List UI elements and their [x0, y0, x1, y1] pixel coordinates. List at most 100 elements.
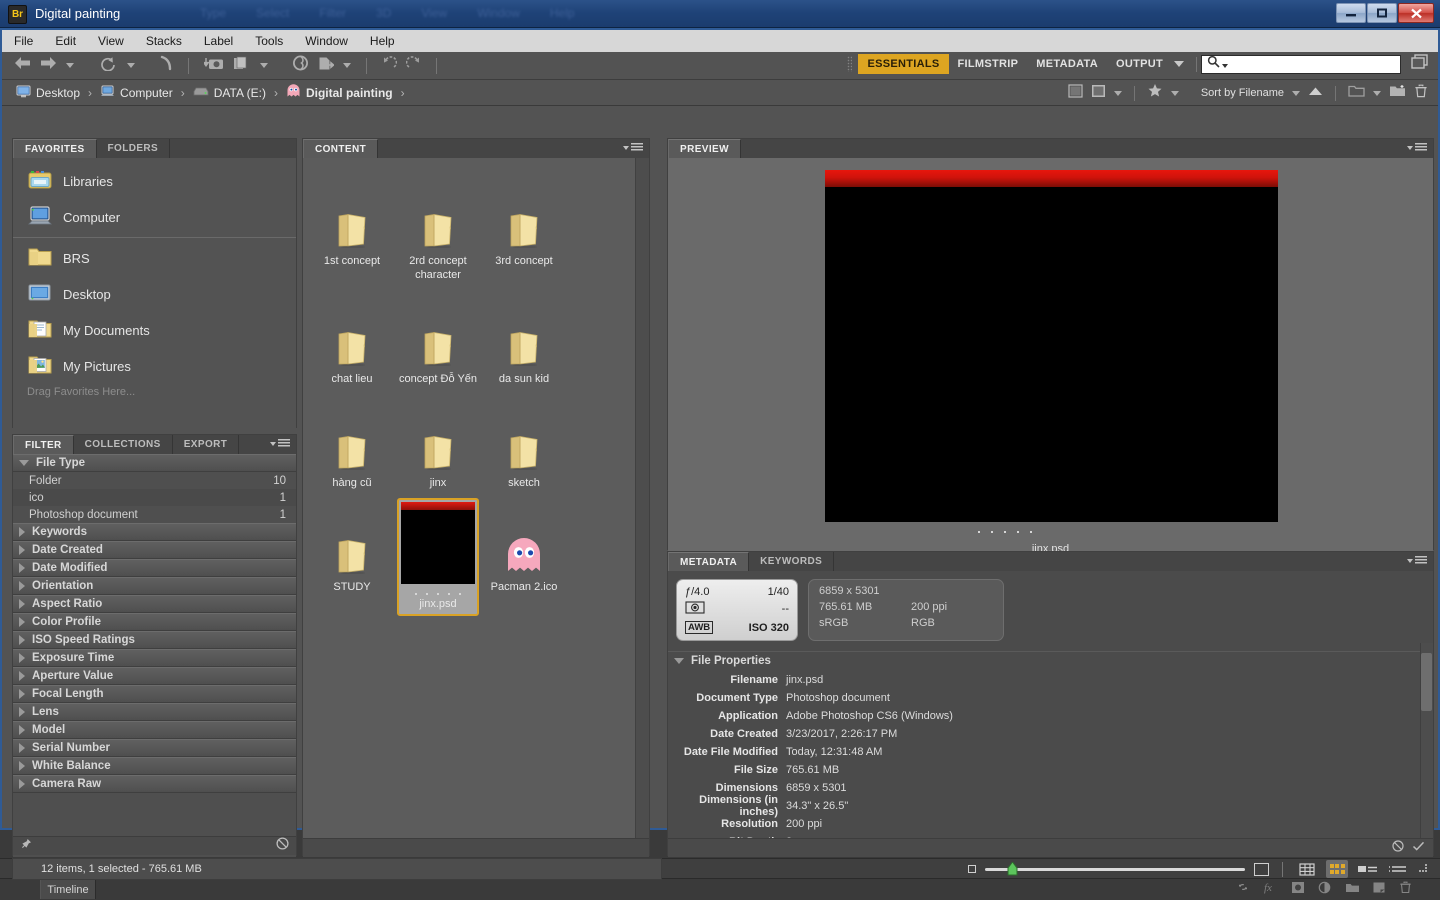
sort-ascending-icon[interactable] — [1308, 84, 1323, 102]
filter-group-white-balance[interactable]: White Balance — [13, 757, 296, 775]
preview-panel-menu-icon[interactable] — [1407, 143, 1427, 152]
filter-group-serial-number[interactable]: Serial Number — [13, 739, 296, 757]
thumbnail-size-slider-knob[interactable] — [1007, 860, 1018, 877]
delete-item-icon[interactable] — [1414, 84, 1428, 103]
expand-icon[interactable] — [19, 635, 25, 645]
workspace-metadata[interactable]: METADATA — [1027, 54, 1107, 74]
search-box[interactable] — [1201, 54, 1401, 74]
content-item[interactable]: jinx — [395, 394, 481, 490]
filter-group-aspect-ratio[interactable]: Aspect Ratio — [13, 595, 296, 613]
close-button[interactable] — [1398, 3, 1434, 23]
metadata-no-entry-icon[interactable] — [1392, 839, 1404, 857]
workspace-filmstrip[interactable]: FILMSTRIP — [949, 54, 1028, 74]
favorites-item-my-pictures[interactable]: My Pictures — [13, 348, 296, 384]
content-grid-area[interactable]: 1st concept 2rd concept character 3rd conc… — [303, 158, 649, 857]
menu-window[interactable]: Window — [305, 34, 348, 48]
filter-group-aperture-value[interactable]: Aperture Value — [13, 667, 296, 685]
rotate-dropdown-icon[interactable] — [127, 63, 135, 68]
content-item[interactable]: Pacman 2.ico — [481, 498, 567, 616]
filter-group-camera-raw[interactable]: Camera Raw — [13, 775, 296, 793]
redo-icon[interactable] — [405, 56, 421, 75]
content-item[interactable]: hàng cũ — [309, 394, 395, 490]
expand-icon[interactable] — [19, 527, 25, 537]
content-item[interactable]: 1st concept — [309, 172, 395, 282]
tab-collections[interactable]: COLLECTIONS — [73, 435, 173, 454]
breadcrumb-item-data-e[interactable]: DATA (E:) — [191, 86, 268, 100]
delete-layer-icon[interactable] — [1399, 881, 1412, 899]
content-panel-menu-icon[interactable] — [623, 143, 643, 152]
get-photos-from-camera-icon[interactable] — [202, 56, 224, 76]
sort-label[interactable]: Sort by Filename — [1201, 87, 1284, 99]
expand-icon[interactable] — [19, 563, 25, 573]
filter-group-file-type[interactable]: File Type — [13, 454, 296, 472]
content-item[interactable]: 3rd concept — [481, 172, 567, 282]
tab-export[interactable]: EXPORT — [172, 435, 240, 454]
undo-icon[interactable] — [382, 56, 398, 75]
workspace-dropdown-icon[interactable] — [1174, 61, 1184, 67]
breadcrumb-item-digital-painting[interactable]: Digital painting — [284, 84, 395, 101]
tab-preview[interactable]: PREVIEW — [668, 139, 741, 158]
search-input[interactable] — [1230, 58, 1390, 70]
favorites-item-brs[interactable]: BRS — [13, 240, 296, 276]
adjustment-layer-icon[interactable] — [1318, 881, 1332, 899]
filter-group-model[interactable]: Model — [13, 721, 296, 739]
tab-metadata[interactable]: METADATA — [668, 552, 750, 571]
tab-keywords[interactable]: KEYWORDS — [749, 552, 835, 571]
view-thumbnail-button[interactable] — [1326, 860, 1348, 878]
decrease-thumbnail-size-icon[interactable] — [967, 865, 976, 873]
workspace-essentials[interactable]: ESSENTIALS — [858, 54, 949, 74]
expand-icon[interactable] — [19, 725, 25, 735]
minimize-button[interactable] — [1336, 3, 1366, 23]
filter-group-date-modified[interactable]: Date Modified — [13, 559, 296, 577]
filter-row[interactable]: Folder 10 — [13, 472, 296, 489]
thumbnail-quality-icon[interactable] — [1091, 84, 1106, 103]
view-details-button[interactable] — [1357, 860, 1378, 878]
collapse-icon[interactable] — [19, 460, 29, 466]
filter-group-date-created[interactable]: Date Created — [13, 541, 296, 559]
favorites-item-desktop[interactable]: Desktop — [13, 276, 296, 312]
increase-thumbnail-size-icon[interactable] — [1253, 862, 1270, 876]
maximize-button[interactable] — [1367, 3, 1397, 23]
filter-group-color-profile[interactable]: Color Profile — [13, 613, 296, 631]
metadata-apply-icon[interactable] — [1412, 839, 1425, 857]
expand-icon[interactable] — [19, 671, 25, 681]
content-item-selected[interactable]: jinx.psd — [395, 498, 481, 616]
tab-content[interactable]: CONTENT — [303, 139, 379, 158]
menu-edit[interactable]: Edit — [55, 34, 76, 48]
recent-folder-dropdown-icon[interactable] — [1373, 90, 1381, 96]
filter-group-iso-speed-ratings[interactable]: ISO Speed Ratings — [13, 631, 296, 649]
expand-icon[interactable] — [19, 761, 25, 771]
expand-icon[interactable] — [19, 707, 25, 717]
metadata-scrollbar-thumb[interactable] — [1421, 653, 1432, 711]
sort-dropdown-icon[interactable] — [1292, 90, 1300, 96]
recent-dropdown-icon[interactable] — [66, 63, 74, 68]
content-item[interactable]: chat lieu — [309, 290, 395, 386]
menu-file[interactable]: File — [14, 34, 33, 48]
content-scrollbar[interactable] — [635, 158, 649, 857]
resize-grip-icon[interactable] — [1417, 860, 1428, 878]
thumbnail-quality-dropdown-icon[interactable] — [1113, 90, 1122, 96]
section-expand-icon[interactable] — [674, 657, 684, 664]
output-dropdown-icon[interactable] — [343, 63, 351, 68]
favorites-item-my-documents[interactable]: My Documents — [13, 312, 296, 348]
rotate-counterclockwise-icon[interactable] — [100, 56, 118, 76]
menu-help[interactable]: Help — [370, 34, 395, 48]
filter-group-orientation[interactable]: Orientation — [13, 577, 296, 595]
expand-icon[interactable] — [19, 743, 25, 753]
workspace-output[interactable]: OUTPUT — [1107, 54, 1172, 74]
forward-icon[interactable] — [40, 56, 57, 75]
expand-icon[interactable] — [19, 779, 25, 789]
new-group-icon[interactable] — [1345, 881, 1360, 899]
expand-icon[interactable] — [19, 689, 25, 699]
metadata-panel-menu-icon[interactable] — [1407, 556, 1427, 565]
copy-files-icon[interactable] — [233, 56, 251, 76]
breadcrumb-item-desktop[interactable]: Desktop — [14, 85, 82, 101]
expand-icon[interactable] — [19, 599, 25, 609]
filter-group-lens[interactable]: Lens — [13, 703, 296, 721]
new-layer-icon[interactable] — [1372, 881, 1386, 899]
filter-group-focal-length[interactable]: Focal Length — [13, 685, 296, 703]
menu-view[interactable]: View — [98, 34, 124, 48]
open-recent-folder-icon[interactable] — [1348, 84, 1365, 103]
menu-tools[interactable]: Tools — [255, 34, 283, 48]
star-rating-filter-icon[interactable] — [1147, 83, 1163, 103]
